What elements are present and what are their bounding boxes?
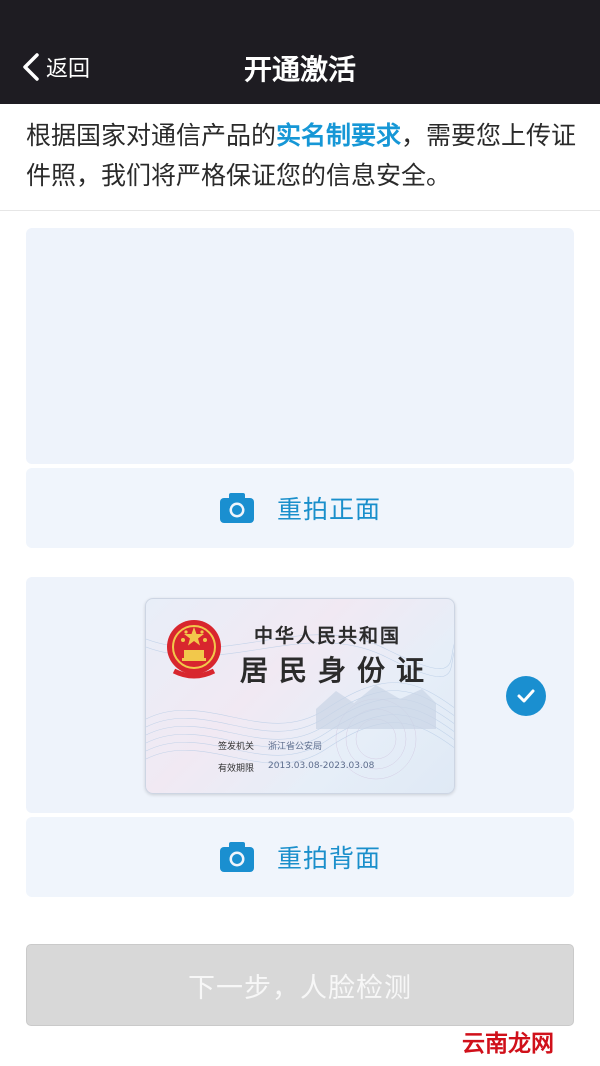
checkmark-icon: [517, 689, 535, 703]
card-issuer-label: 签发机关: [218, 742, 255, 752]
retake-back-button[interactable]: 重拍背面: [26, 817, 574, 897]
card-validity-label: 有效期限: [218, 764, 255, 774]
notice-text: 根据国家对通信产品的实名制要求，需要您上传证件照，我们将严格保证您的信息安全。: [26, 116, 582, 196]
front-photo-area[interactable]: [26, 228, 574, 464]
retake-front-label: 重拍正面: [276, 495, 381, 524]
divider: [0, 210, 600, 211]
card-issuer-value: 浙江省公安局: [268, 742, 323, 752]
card-issuer-row: 签发机关 浙江省公安局: [218, 739, 322, 752]
check-circle-icon: [506, 676, 546, 716]
id-card-back-image: 中华人民共和国 居民身份证 签发机关 浙江省公安局 有效期限 2013.03.0…: [145, 598, 455, 794]
card-validity-value: 2013.03.08-2023.03.08: [268, 761, 375, 771]
page-title: 开通激活: [243, 53, 356, 86]
notice-text-before: 根据国家对通信产品的: [26, 121, 277, 150]
card-title-text: 居民身份证: [240, 654, 436, 687]
camera-icon: [219, 842, 254, 872]
national-emblem-icon: [167, 620, 221, 679]
card-validity-row: 有效期限 2013.03.08-2023.03.08: [218, 761, 374, 774]
nav-bar: 返回 开通激活: [0, 0, 600, 104]
watermark-logo: 云南龙网: [462, 1030, 554, 1057]
camera-icon: [219, 493, 254, 523]
real-name-requirement-link[interactable]: 实名制要求: [276, 121, 401, 150]
retake-back-label: 重拍背面: [276, 844, 381, 873]
retake-front-button[interactable]: 重拍正面: [26, 468, 574, 548]
next-face-detection-button[interactable]: 下一步，人脸检测: [26, 944, 574, 1026]
card-country-text: 中华人民共和国: [254, 625, 402, 647]
